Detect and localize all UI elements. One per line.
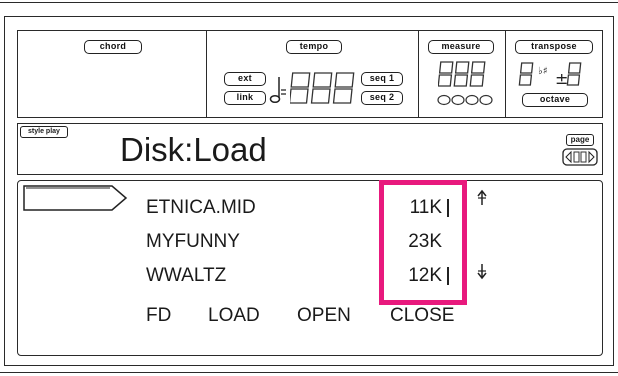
- tempo-label: tempo: [286, 40, 342, 54]
- note-icon: [269, 77, 286, 104]
- bottom-border: [0, 372, 618, 373]
- transpose-display: ♭♯ ±: [518, 62, 582, 88]
- open-button[interactable]: OPEN: [297, 305, 351, 327]
- chord-label: chord: [84, 40, 142, 54]
- header-divider: [505, 30, 506, 118]
- scroll-down-icon[interactable]: [475, 262, 489, 280]
- seq2-indicator: seq 2: [361, 91, 403, 105]
- header-divider: [418, 30, 419, 118]
- page-arrows-icon[interactable]: [562, 148, 598, 166]
- svg-text:♭♯: ♭♯: [538, 66, 548, 77]
- svg-text:±: ±: [555, 69, 568, 88]
- file-name[interactable]: WWALTZ: [146, 265, 226, 287]
- transpose-label: transpose: [515, 40, 593, 54]
- page-label: page: [566, 134, 594, 146]
- tempo-segment-display: [290, 72, 355, 104]
- file-name[interactable]: ETNICA.MID: [146, 197, 256, 219]
- top-border: [0, 2, 618, 3]
- header-divider: [206, 30, 207, 118]
- ext-indicator: ext: [224, 72, 266, 86]
- size-column-highlight: [379, 180, 467, 305]
- fd-button[interactable]: FD: [146, 305, 171, 327]
- style-play-label: style play: [20, 126, 68, 138]
- page-selector[interactable]: page: [562, 134, 598, 170]
- measure-label: measure: [428, 40, 494, 54]
- close-button[interactable]: CLOSE: [390, 305, 454, 327]
- measure-segment-display: [438, 61, 486, 87]
- page-title: Disk:Load: [120, 131, 267, 168]
- scroll-up-icon[interactable]: [475, 189, 489, 207]
- selection-arrow-icon: [23, 185, 128, 211]
- octave-label: octave: [522, 93, 588, 107]
- file-name[interactable]: MYFUNNY: [146, 231, 240, 253]
- seq1-indicator: seq 1: [361, 72, 403, 86]
- title-bar: [17, 123, 603, 175]
- link-indicator: link: [224, 91, 266, 105]
- beat-indicator-icon: [437, 94, 493, 106]
- load-button[interactable]: LOAD: [208, 305, 260, 327]
